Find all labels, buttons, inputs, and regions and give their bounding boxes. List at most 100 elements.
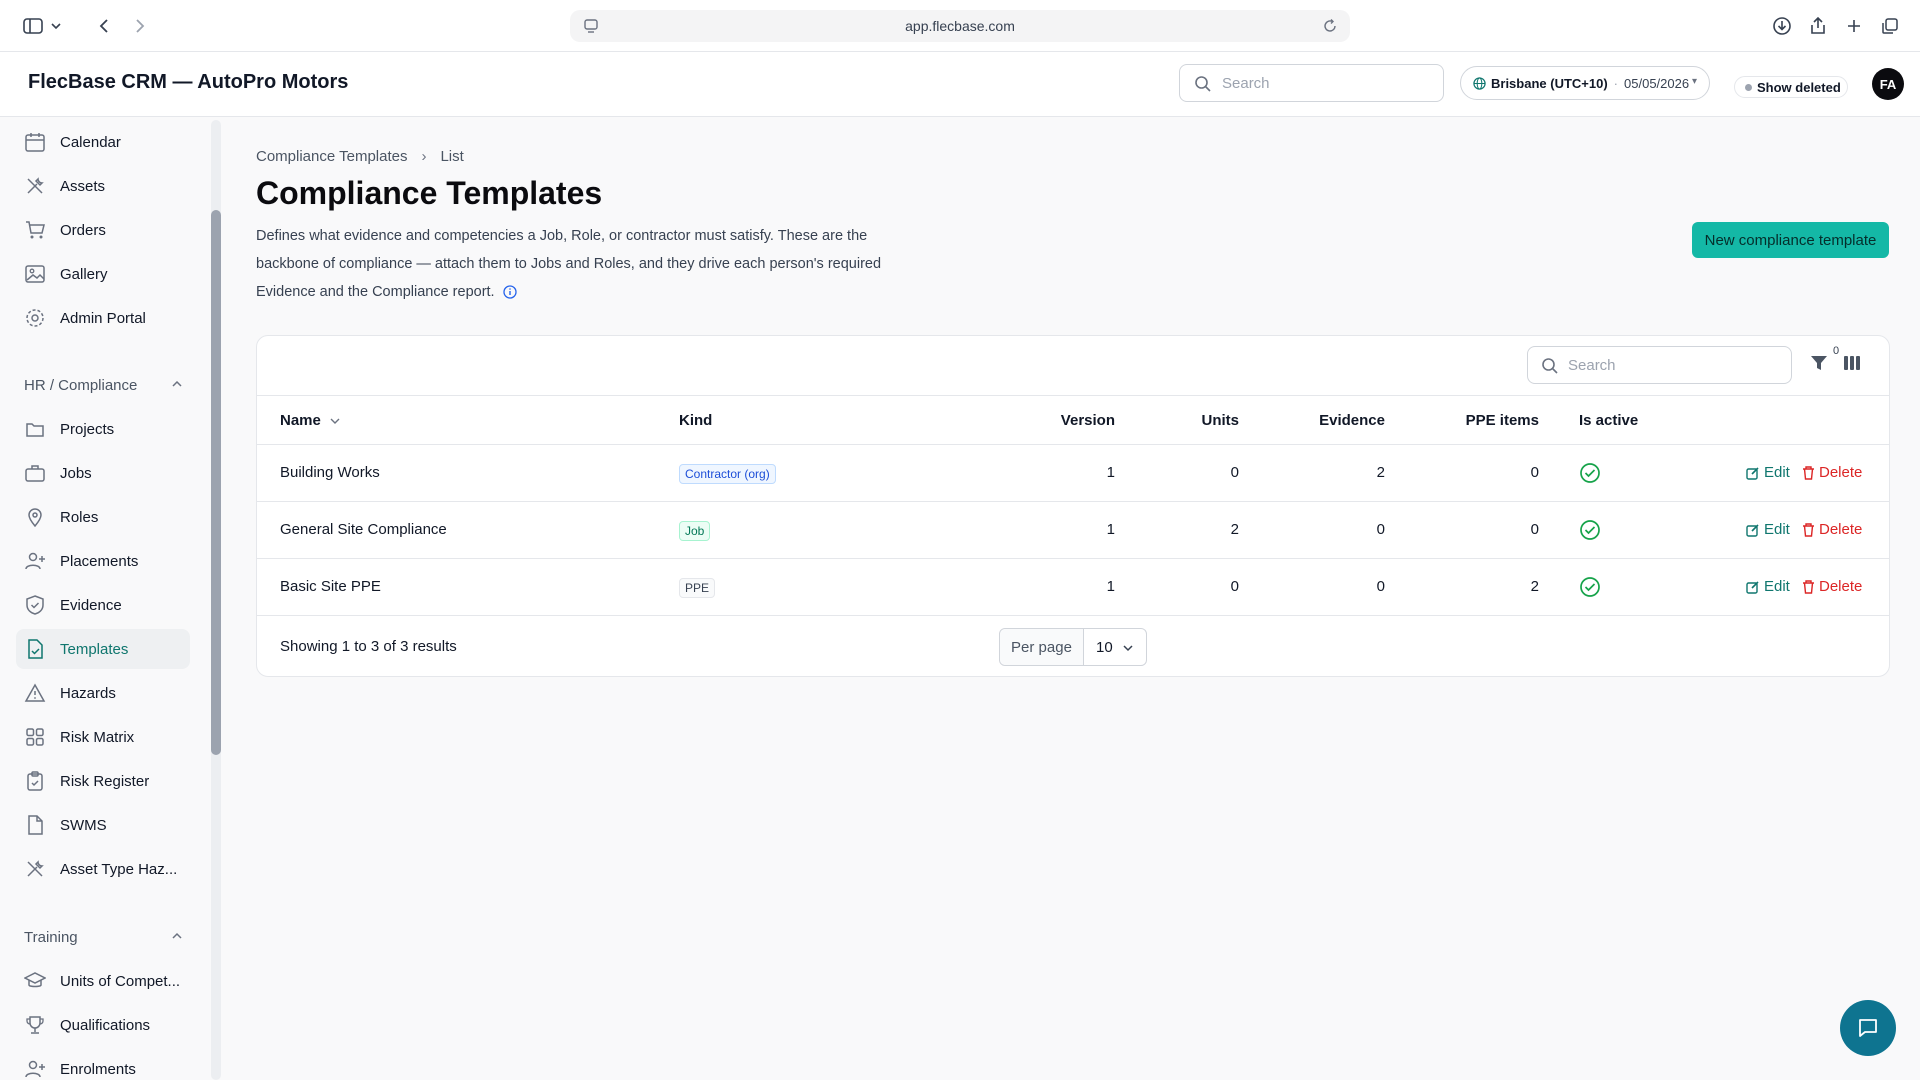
delete-label: Delete — [1819, 578, 1863, 595]
sidebar-item-label: Placements — [60, 552, 139, 570]
templates-table-card: Search 0 Name Kind Version Units Evidenc… — [256, 335, 1890, 677]
chevron-down-icon — [1123, 645, 1133, 652]
sidebar-item-roles[interactable]: Roles — [16, 497, 190, 537]
tools-icon — [27, 177, 44, 194]
sidebar-item-label: Roles — [60, 508, 99, 526]
cell-evidence: 0 — [1376, 578, 1385, 595]
edit-button[interactable]: Edit — [1746, 464, 1790, 481]
sidebar-item-risk-matrix[interactable]: Risk Matrix — [16, 717, 190, 757]
table-row[interactable]: General Site Compliance Job 1 2 0 0 Edit… — [257, 502, 1889, 559]
column-header-units[interactable]: Units — [1169, 412, 1240, 429]
show-deleted-toggle[interactable]: Show deleted — [1734, 76, 1848, 98]
per-page-value-text: 10 — [1096, 638, 1113, 656]
chevron-up-icon — [172, 380, 182, 387]
cell-ppe-items: 0 — [1530, 464, 1539, 481]
table-row[interactable]: Building Works Contractor (org) 1 0 2 0 … — [257, 445, 1889, 502]
section-training[interactable]: Training — [24, 925, 184, 949]
breadcrumb-item-templates[interactable]: Compliance Templates — [256, 148, 407, 165]
info-icon[interactable] — [502, 285, 517, 299]
kind-badge: Contractor (org) — [679, 464, 776, 484]
sidebar-item-hazards[interactable]: Hazards — [16, 673, 190, 713]
table-search-input[interactable]: Search — [1527, 346, 1792, 384]
cell-units: 2 — [1230, 521, 1239, 538]
edit-button[interactable]: Edit — [1746, 521, 1790, 538]
global-search-input[interactable]: Search — [1179, 64, 1444, 102]
folders-icon — [26, 423, 44, 437]
browser-toolbar: app.flecbase.com — [0, 0, 1920, 52]
delete-button[interactable]: Delete — [1802, 464, 1862, 481]
column-header-kind[interactable]: Kind — [679, 412, 712, 429]
sidebar-item-label: Assets — [60, 177, 106, 195]
page-description-text: Defines what evidence and competencies a… — [256, 228, 882, 300]
cell-evidence: 0 — [1376, 521, 1385, 538]
sidebar-item-assets[interactable]: Assets — [16, 166, 190, 206]
edit-button[interactable]: Edit — [1746, 578, 1790, 595]
delete-button[interactable]: Delete — [1802, 521, 1862, 538]
sidebar-item-orders[interactable]: Orders — [16, 210, 190, 250]
delete-button[interactable]: Delete — [1802, 578, 1862, 595]
new-compliance-template-button[interactable]: New compliance template — [1692, 222, 1889, 258]
cell-version: 1 — [1106, 464, 1115, 481]
sidebar-item-evidence[interactable]: Evidence — [16, 585, 190, 625]
sidebar-item-qualifications[interactable]: Qualifications — [16, 1005, 190, 1045]
sidebar-toggle-button[interactable] — [18, 12, 66, 40]
chat-bubble-icon — [1859, 1019, 1877, 1037]
avatar[interactable]: FA — [1872, 68, 1904, 100]
sidebar-item-risk-register[interactable]: Risk Register — [16, 761, 190, 801]
column-header-name[interactable]: Name — [280, 412, 341, 429]
downloads-button[interactable] — [1770, 12, 1794, 40]
chat-button[interactable] — [1840, 1000, 1896, 1056]
results-summary: Showing 1 to 3 of 3 results — [280, 638, 457, 655]
document-icon — [28, 815, 43, 835]
timezone-selector[interactable]: Brisbane (UTC+10) · 05/05/2026 ▾ — [1460, 66, 1710, 100]
url-text: app.flecbase.com — [905, 18, 1015, 34]
edit-icon — [1746, 523, 1759, 537]
chevron-left-icon — [99, 19, 108, 33]
user-plus-icon — [25, 1060, 45, 1078]
sidebar-item-placements[interactable]: Placements — [16, 541, 190, 581]
sidebar-item-label: Enrolments — [60, 1060, 136, 1078]
sidebar-item-calendar[interactable]: Calendar — [16, 122, 190, 162]
sidebar-scrollbar-thumb[interactable] — [211, 210, 221, 755]
sidebar-item-units-of-competency[interactable]: Units of Compet... — [16, 961, 190, 1001]
table-search-placeholder: Search — [1568, 356, 1616, 374]
sidebar-item-enrolments[interactable]: Enrolments — [16, 1049, 190, 1080]
forward-button[interactable] — [128, 12, 152, 40]
new-tab-button[interactable] — [1842, 12, 1866, 40]
sidebar-item-gallery[interactable]: Gallery — [16, 254, 190, 294]
share-button[interactable] — [1806, 12, 1830, 40]
columns-icon[interactable] — [1843, 355, 1861, 371]
per-page-value[interactable]: 10 — [1084, 629, 1146, 665]
download-icon — [1773, 17, 1791, 35]
sidebar-item-jobs[interactable]: Jobs — [16, 453, 190, 493]
edit-label: Edit — [1764, 464, 1790, 481]
site-settings-icon — [584, 19, 598, 33]
section-title: Training — [24, 928, 78, 946]
share-icon — [1811, 16, 1825, 34]
delete-label: Delete — [1819, 521, 1863, 538]
trash-icon — [1803, 522, 1814, 537]
sidebar-item-asset-type-hazards[interactable]: Asset Type Haz... — [16, 849, 190, 889]
sidebar-icon — [23, 18, 61, 34]
table-row[interactable]: Basic Site PPE PPE 1 0 0 2 Edit Delete — [257, 559, 1889, 616]
sidebar-item-label: Evidence — [60, 596, 122, 614]
column-header-evidence[interactable]: Evidence — [1285, 412, 1385, 429]
search-icon — [1195, 76, 1211, 92]
sidebar-item-templates[interactable]: Templates — [16, 629, 190, 669]
column-header-ppe-items[interactable]: PPE items — [1417, 412, 1539, 429]
sidebar-item-admin-portal[interactable]: Admin Portal — [16, 298, 190, 338]
back-button[interactable] — [92, 12, 116, 40]
address-bar[interactable]: app.flecbase.com — [570, 10, 1350, 42]
tab-overview-button[interactable] — [1878, 12, 1902, 40]
column-header-is-active[interactable]: Is active — [1579, 412, 1638, 429]
filter-count-badge: 0 — [1833, 345, 1840, 357]
sidebar-item-swms[interactable]: SWMS — [16, 805, 190, 845]
sidebar-item-projects[interactable]: Projects — [16, 409, 190, 449]
column-header-version[interactable]: Version — [1015, 412, 1115, 429]
breadcrumb: Compliance Templates › List — [256, 148, 464, 165]
section-hr-compliance[interactable]: HR / Compliance — [24, 373, 184, 397]
current-date: 05/05/2026 — [1624, 75, 1690, 91]
reload-icon[interactable] — [1322, 18, 1338, 34]
per-page-select[interactable]: Per page 10 — [999, 628, 1147, 666]
filter-icon[interactable] — [1810, 354, 1828, 372]
